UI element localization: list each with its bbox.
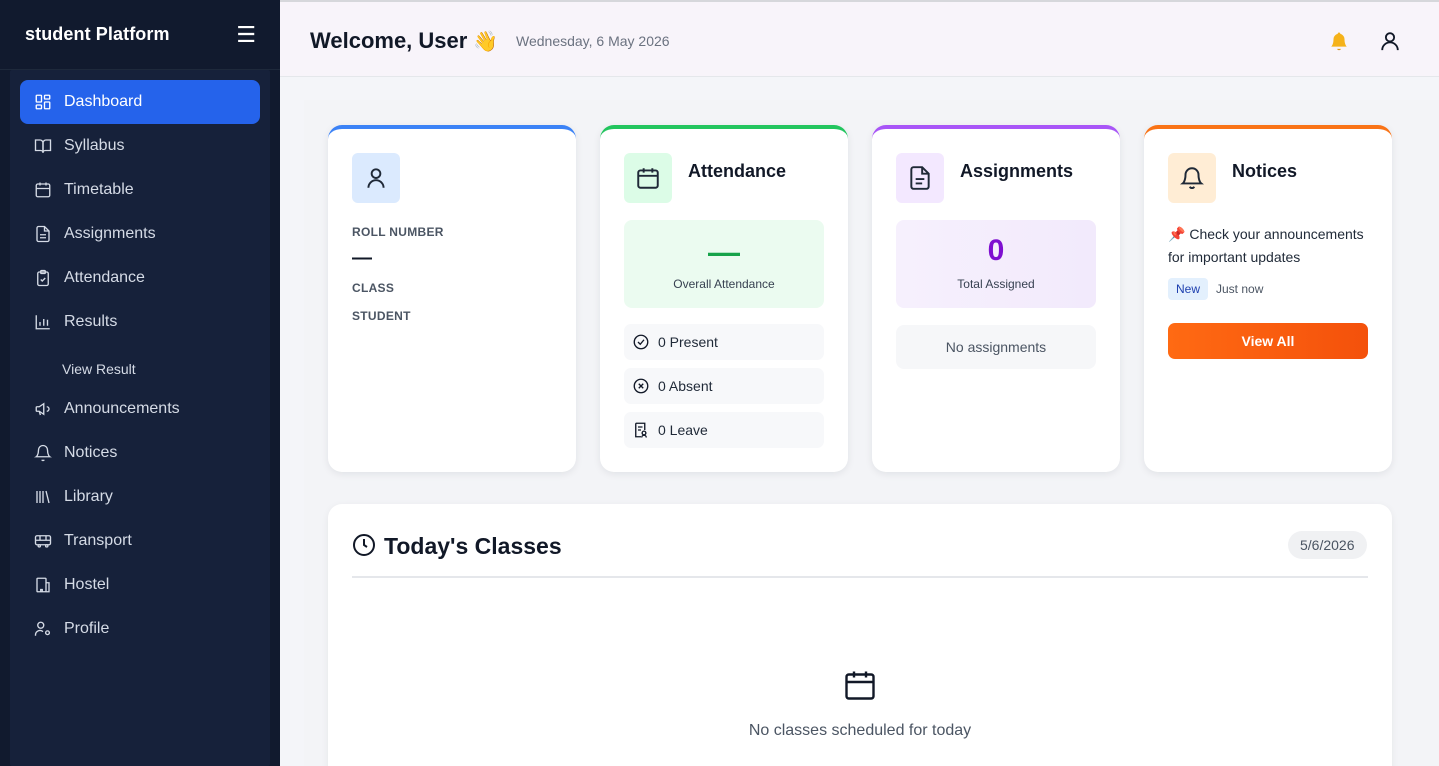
sidebar-item-label: Results [64,313,118,330]
sidebar-item-library[interactable]: Library [20,475,260,519]
sidebar-item-hostel[interactable]: Hostel [20,563,260,607]
bar-chart-icon [35,315,50,330]
sidebar-item-announcements[interactable]: Announcements [20,387,260,431]
profile-icon-box [352,153,400,203]
overall-attendance-value: — [708,234,740,270]
calendar-icon [35,182,51,198]
notice-time: Just now [1216,282,1264,296]
total-assigned-label: Total Assigned [957,277,1035,291]
notification-bell-icon[interactable] [1328,30,1350,54]
sidebar-item-label: Notices [64,444,118,461]
sidebar-item-profile[interactable]: Profile [20,607,260,651]
sidebar-subitem-view-result[interactable]: View Result [62,361,136,377]
sidebar-item-label: Attendance [64,269,145,286]
building-icon [36,577,50,593]
overall-attendance-label: Overall Attendance [673,277,775,291]
total-assigned-box: 0 Total Assigned [896,220,1096,308]
todays-classes-title: Today's Classes [384,533,562,559]
todays-classes-panel: Today's Classes 5/6/2026 No classes sche… [328,504,1392,766]
sidebar-nav: Dashboard Syllabus Timetable Assignments… [10,70,270,766]
present-row: 0 Present [624,324,824,360]
page-title: Welcome, User 👋 [310,28,499,53]
book-icon [34,139,52,153]
no-classes-message: No classes scheduled for today [748,722,972,739]
sidebar-item-assignments[interactable]: Assignments [20,212,260,256]
pin-icon: 📌 [1168,226,1186,242]
notices-icon-box [1168,153,1216,203]
hamburger-menu-icon[interactable]: ☰ [236,23,256,46]
sidebar-item-dashboard[interactable]: Dashboard [20,80,260,124]
megaphone-icon [35,402,50,416]
sidebar-item-label: Syllabus [64,137,125,154]
calendar-icon [637,168,659,189]
divider [352,576,1368,578]
calendar-icon [845,671,875,700]
overall-attendance-box: — Overall Attendance [624,220,824,308]
sidebar-item-label: Announcements [64,400,180,417]
notices-card: Notices 📌 Check your announcements for i… [1144,125,1392,472]
notices-title: Notices [1232,161,1298,181]
class-label: CLASS [352,281,395,295]
roll-number-value: — [352,247,372,269]
brand-name: student Platform [25,24,170,44]
sidebar-item-label: Profile [64,620,110,637]
bell-icon [34,444,52,462]
assignments-card: Assignments 0 Total Assigned No assignme… [872,125,1120,472]
attendance-icon-box [624,153,672,203]
sidebar-item-label: Library [64,488,113,505]
view-all-button[interactable]: View All [1168,323,1368,359]
profile-card: ROLL NUMBER — CLASS STUDENT [328,125,576,472]
top-header: Welcome, User 👋 Wednesday, 6 May 2026 [280,0,1439,77]
clipboard-check-icon [37,269,49,287]
sidebar-item-notices[interactable]: Notices [20,431,260,475]
sidebar-item-timetable[interactable]: Timetable [20,168,260,212]
bus-icon [34,535,52,548]
sidebar-header: student Platform ☰ [0,0,280,70]
leave-row: 0 Leave [624,412,824,448]
new-badge: New [1168,278,1209,300]
document-icon [910,166,930,190]
user-account-icon[interactable] [1379,28,1401,54]
clock-icon [353,534,375,556]
user-icon [367,168,385,188]
check-circle-icon [633,334,649,350]
grid-icon [35,94,51,110]
sidebar-item-label: Dashboard [64,93,143,110]
sidebar-item-transport[interactable]: Transport [20,519,260,563]
sidebar-item-label: Transport [64,532,132,549]
x-circle-icon [633,378,649,394]
user-settings-icon [34,621,51,636]
attendance-title: Attendance [688,161,787,181]
no-assignments-message: No assignments [896,325,1096,369]
classes-date-badge: 5/6/2026 [1288,531,1367,559]
header-date: Wednesday, 6 May 2026 [516,33,670,49]
library-icon [36,490,50,504]
roll-number-label: ROLL NUMBER [352,225,444,239]
document-icon [36,225,50,243]
assignments-title: Assignments [960,161,1074,181]
sidebar-item-label: Hostel [64,576,110,593]
sidebar-item-attendance[interactable]: Attendance [20,256,260,300]
attendance-card: Attendance — Overall Attendance 0 Presen… [600,125,848,472]
sidebar-item-results[interactable]: Results [20,300,260,344]
total-assigned-value: 0 [987,234,1005,267]
sidebar-item-syllabus[interactable]: Syllabus [20,124,260,168]
notice-message: 📌 Check your announcements for important… [1168,226,1364,265]
sidebar: student Platform ☰ Dashboard Syllabus Ti… [0,0,280,766]
leave-document-icon [635,422,647,438]
absent-row: 0 Absent [624,368,824,404]
sidebar-item-label: Timetable [64,181,134,198]
sidebar-item-label: Assignments [64,225,156,242]
assignments-icon-box [896,153,944,203]
role-label: STUDENT [352,309,411,323]
bell-icon [1180,167,1204,189]
wave-emoji-icon: 👋 [473,31,499,53]
